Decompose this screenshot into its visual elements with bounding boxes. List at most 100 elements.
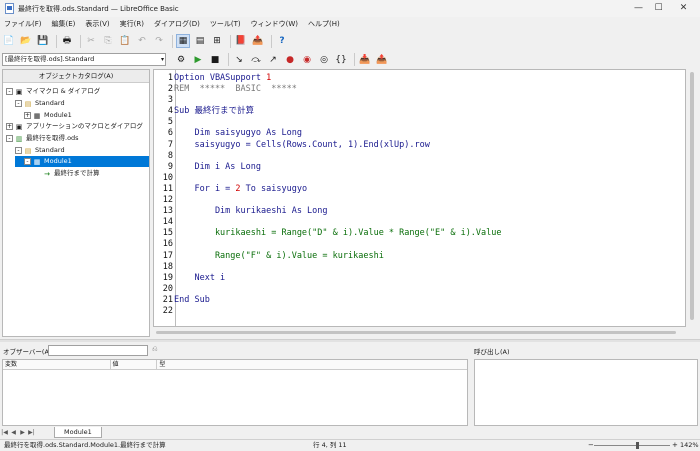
- tree-item-macro[interactable]: → 最終行まで計算: [43, 168, 99, 179]
- libraries-icon[interactable]: ▤: [193, 34, 207, 48]
- scrollbar-thumb[interactable]: [156, 331, 676, 334]
- tree-item-label: Module1: [44, 157, 72, 165]
- minimize-button[interactable]: —: [632, 2, 645, 15]
- open-folder-icon[interactable]: 📂: [19, 34, 33, 48]
- code-editor[interactable]: 1 2 3 4 5 6 7 8 9 10 11 12 13 14 15 16 1…: [153, 69, 686, 327]
- tree-item-module1-selected[interactable]: - ▦ Module1: [15, 156, 149, 167]
- tree-item-standard[interactable]: - ▤ Standard: [15, 145, 65, 156]
- paste-icon[interactable]: 📋: [118, 34, 132, 48]
- close-button[interactable]: ✕: [677, 2, 690, 15]
- step-out-icon[interactable]: ↗: [266, 53, 280, 67]
- export-icon[interactable]: 📤: [251, 34, 265, 48]
- manage-breakpoints-icon[interactable]: ◉: [300, 53, 314, 67]
- remove-watch-icon[interactable]: ⎌: [152, 345, 158, 354]
- zoom-slider[interactable]: [594, 445, 670, 446]
- stop-icon[interactable]: ■: [208, 53, 222, 67]
- line-number: 16: [162, 239, 173, 250]
- tree-item-application-macros[interactable]: + ▣ アプリケーションのマクロとダイアログ: [6, 121, 143, 132]
- object-catalog-header: オブジェクトカタログ(A): [3, 70, 149, 83]
- code-text[interactable]: Option VBASupport 1 REM ***** BASIC ****…: [174, 73, 684, 317]
- cut-icon[interactable]: ✂: [84, 34, 98, 48]
- tree-item-label: Standard: [35, 146, 65, 154]
- menu-edit[interactable]: 編集(E): [52, 19, 76, 29]
- line-number: 13: [162, 206, 173, 217]
- tree-expander[interactable]: +: [24, 112, 31, 119]
- tree-item-document[interactable]: - ▥ 最終行を取得.ods: [6, 133, 79, 144]
- code-line: saisyugyo = Cells(Rows.Count, 1).End(xlU…: [174, 139, 430, 150]
- watch-table: 変数 値 型: [2, 359, 468, 426]
- redo-icon[interactable]: ↷: [152, 34, 166, 48]
- call-stack-list[interactable]: [474, 359, 698, 426]
- insert-icon[interactable]: 📕: [234, 34, 248, 48]
- tree-item-module1[interactable]: + ▦ Module1: [24, 110, 72, 121]
- step-into-icon[interactable]: ↘: [232, 53, 246, 67]
- column-header-value[interactable]: 値: [111, 360, 158, 370]
- tab-module1[interactable]: Module1: [54, 427, 102, 438]
- zoom-slider-handle[interactable]: [636, 442, 639, 449]
- watch-table-header: 変数 値 型: [3, 360, 467, 370]
- zoom-in-button[interactable]: +: [672, 440, 678, 451]
- first-tab-icon[interactable]: |◀: [0, 429, 9, 436]
- line-number: 20: [162, 283, 173, 294]
- save-icon[interactable]: 💾: [36, 34, 50, 48]
- spreadsheet-document-icon: ▥: [15, 134, 23, 143]
- find-parentheses-icon[interactable]: {}: [334, 53, 348, 67]
- panel-splitter[interactable]: [0, 339, 700, 342]
- print-icon[interactable]: 🖶: [60, 34, 74, 48]
- module-icon[interactable]: ⊞: [210, 34, 224, 48]
- macro-toolbar: [最終行を取得.ods].Standard ▾ ⚙ ▶ ■ ↘ ⤼ ↗ ● ◉ …: [0, 51, 700, 68]
- menu-window[interactable]: ウィンドウ(W): [251, 19, 298, 29]
- menu-file[interactable]: ファイル(F): [4, 19, 42, 29]
- object-catalog-icon[interactable]: ▦: [176, 34, 190, 48]
- column-header-type[interactable]: 型: [157, 360, 467, 370]
- macro-container-icon: ▣: [15, 122, 23, 131]
- line-number: 5: [167, 117, 173, 128]
- run-icon[interactable]: ▶: [191, 53, 205, 67]
- watch-icon[interactable]: ◎: [317, 53, 331, 67]
- breakpoint-icon[interactable]: ●: [283, 53, 297, 67]
- prev-tab-icon[interactable]: ◀: [9, 429, 18, 436]
- library-select[interactable]: [最終行を取得.ods].Standard ▾: [2, 53, 166, 66]
- tree-expander[interactable]: -: [6, 135, 13, 142]
- column-header-variable[interactable]: 変数: [3, 360, 111, 370]
- toolbar-separator: [56, 34, 57, 48]
- help-icon[interactable]: ?: [275, 34, 289, 48]
- next-tab-icon[interactable]: ▶: [18, 429, 27, 436]
- zoom-out-button[interactable]: −: [588, 440, 594, 451]
- step-over-icon[interactable]: ⤼: [249, 53, 263, 67]
- new-document-icon[interactable]: 📄: [2, 34, 16, 48]
- menu-view[interactable]: 表示(V): [85, 19, 109, 29]
- tree-expander[interactable]: +: [6, 123, 13, 130]
- tree-expander[interactable]: -: [6, 88, 13, 95]
- line-number: 6: [167, 128, 173, 139]
- tree-item-standard[interactable]: - ▤ Standard: [15, 98, 65, 109]
- last-tab-icon[interactable]: ▶|: [27, 429, 36, 436]
- menu-help[interactable]: ヘルプ(H): [308, 19, 340, 29]
- copy-icon[interactable]: ⎘: [101, 34, 115, 48]
- line-number: 2: [167, 84, 173, 95]
- menu-tools[interactable]: ツール(T): [210, 19, 241, 29]
- scrollbar-thumb[interactable]: [690, 72, 694, 320]
- line-number: 9: [167, 161, 173, 172]
- editor-vertical-scrollbar[interactable]: [687, 69, 698, 327]
- tree-item-my-macros[interactable]: - ▣ マイマクロ & ダイアログ: [6, 86, 100, 97]
- editor-horizontal-scrollbar[interactable]: [153, 328, 686, 337]
- library-icon: ▤: [24, 146, 32, 155]
- save-source-icon[interactable]: 📤: [375, 53, 389, 67]
- tree-expander[interactable]: -: [15, 147, 22, 154]
- maximize-button[interactable]: ☐: [652, 2, 665, 15]
- compile-icon[interactable]: ⚙: [174, 53, 188, 67]
- watch-input[interactable]: [48, 345, 148, 356]
- menu-dialog[interactable]: ダイアログ(D): [154, 19, 200, 29]
- insert-source-icon[interactable]: 📥: [358, 53, 372, 67]
- zoom-level[interactable]: 142%: [680, 440, 699, 451]
- tree-expander[interactable]: -: [15, 100, 22, 107]
- code-line: Next i: [174, 272, 226, 283]
- undo-icon[interactable]: ↶: [135, 34, 149, 48]
- menu-run[interactable]: 実行(R): [120, 19, 144, 29]
- macro-container-icon: ▣: [15, 87, 23, 96]
- tree-expander[interactable]: -: [24, 158, 31, 165]
